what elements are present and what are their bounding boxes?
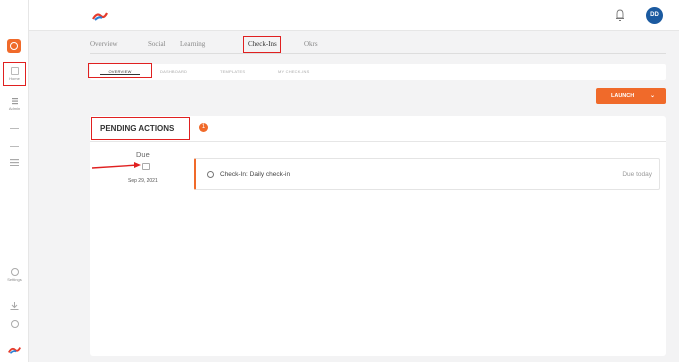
bell-icon[interactable] [615, 8, 625, 22]
checkin-item[interactable]: Check-In: Daily check-in Due today [194, 158, 660, 190]
checkin-item-due: Due today [622, 171, 652, 178]
avatar[interactable]: DD [646, 7, 663, 24]
rail-help-item[interactable] [0, 320, 29, 329]
checkin-item-title: Check-In: Daily check-in [220, 171, 291, 178]
due-date: Sep 29, 2021 [128, 178, 158, 184]
pending-count-badge: 1 [199, 123, 208, 132]
download-icon[interactable] [0, 302, 29, 312]
rail-settings-item[interactable]: Settings [0, 268, 29, 282]
create-button[interactable] [7, 39, 21, 53]
annotation-arrow-icon [92, 162, 141, 169]
launch-button[interactable]: LAUNCH ⌄ [596, 88, 666, 104]
subtab-dashboard[interactable]: DASHBOARD [160, 69, 187, 74]
pending-actions-card: PENDING ACTIONS 1 Due Sep 29, 2021 Check… [90, 116, 666, 356]
rail-divider [10, 146, 19, 147]
left-rail: Home Admin Settings [0, 0, 29, 362]
subtab-my-checkins[interactable]: MY CHECK-INS [278, 69, 309, 74]
tab-learning[interactable]: Learning [180, 40, 205, 48]
rail-admin-item[interactable]: Admin [0, 97, 29, 111]
subtab-overview[interactable]: OVERVIEW [88, 63, 152, 78]
launch-label: LAUNCH [611, 93, 635, 99]
rail-settings-label: Settings [7, 277, 22, 282]
tab-social[interactable]: Social [148, 40, 166, 48]
brand-logo [8, 347, 21, 354]
card-header: PENDING ACTIONS 1 [90, 116, 666, 142]
admin-icon [11, 98, 18, 105]
rail-divider [10, 128, 19, 129]
calendar-icon [142, 163, 150, 170]
clock-icon [207, 171, 214, 178]
apps-grid-icon[interactable] [10, 159, 19, 166]
main-tabs: Overview Social Learning Check-Ins Okrs [90, 36, 666, 54]
sub-tabs: OVERVIEW DASHBOARD TEMPLATES MY CHECK-IN… [88, 63, 666, 80]
rail-home-label: Home [9, 76, 20, 81]
rail-home-item[interactable]: Home [3, 62, 26, 86]
rail-admin-label: Admin [8, 106, 21, 111]
gear-icon [10, 268, 19, 276]
plus-circle-icon [10, 42, 18, 50]
home-icon [10, 67, 19, 75]
top-bar: DD [29, 0, 679, 31]
brand-logo[interactable] [92, 10, 108, 22]
pending-actions-title: PENDING ACTIONS [100, 124, 175, 133]
tab-okrs[interactable]: Okrs [304, 40, 318, 48]
tab-checkins[interactable]: Check-Ins [243, 36, 281, 53]
subtab-templates[interactable]: TEMPLATES [220, 69, 245, 74]
chevron-down-icon: ⌄ [650, 93, 656, 99]
due-label: Due [136, 150, 150, 159]
tab-overview[interactable]: Overview [90, 40, 118, 48]
help-icon [10, 320, 19, 328]
